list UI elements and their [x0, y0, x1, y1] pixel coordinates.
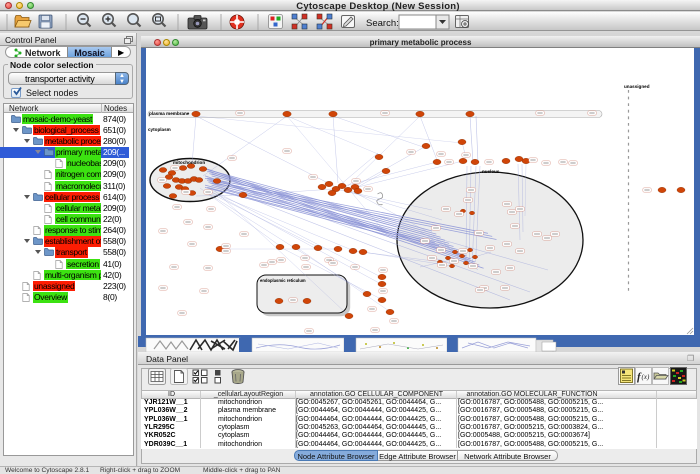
svg-text:endoplasmic reticulum: endoplasmic reticulum — [260, 278, 306, 283]
svg-text:Search:: Search: — [366, 18, 399, 29]
svg-text:nucleus: nucleus — [482, 169, 500, 174]
svg-text:unassigned: unassigned — [624, 84, 650, 89]
svg-text:(x): (x) — [642, 373, 650, 381]
svg-text:mitochondrion: mitochondrion — [173, 160, 205, 165]
svg-text:plasma membrane: plasma membrane — [149, 111, 190, 116]
svg-text:cytoplasm: cytoplasm — [148, 127, 171, 132]
